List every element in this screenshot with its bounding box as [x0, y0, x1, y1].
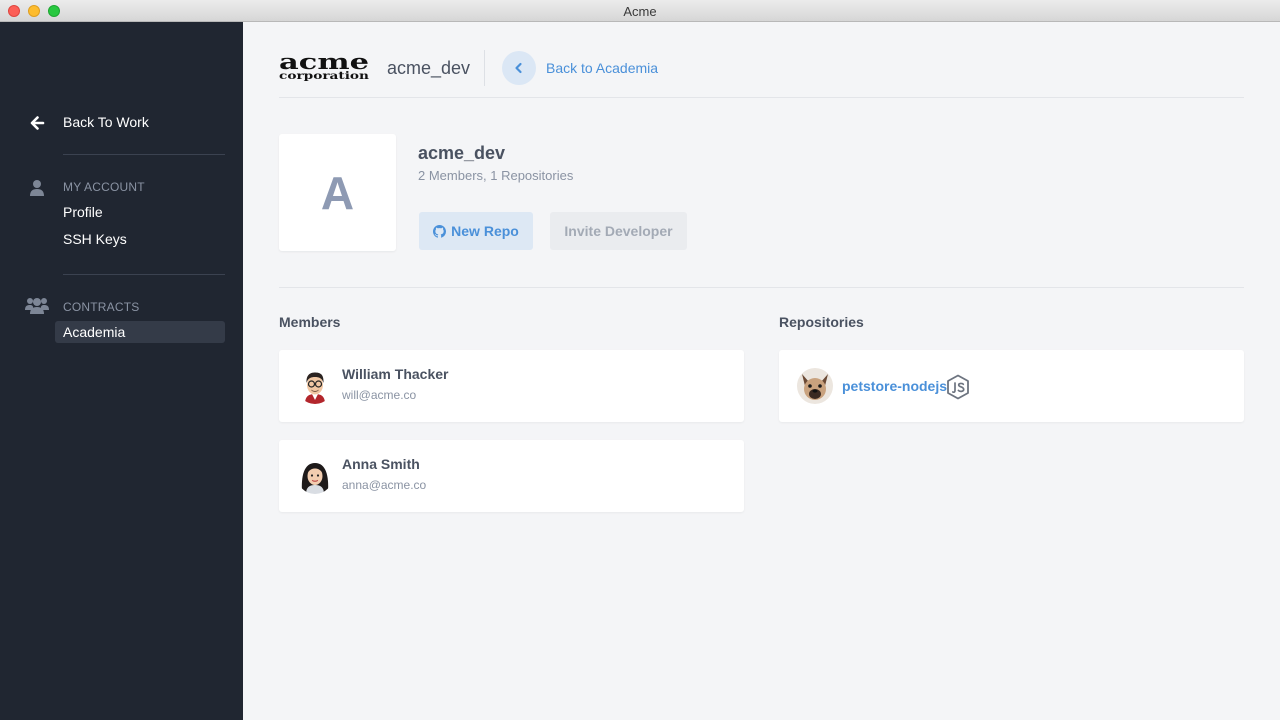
org-title: acme_dev — [418, 143, 506, 163]
back-to-academia-label: Back to Academia — [546, 60, 659, 76]
member-email: will@acme.co — [342, 388, 417, 402]
users-icon — [25, 298, 49, 314]
back-to-work-label: Back To Work — [63, 114, 149, 130]
section-divider-line — [279, 287, 1244, 288]
svg-text:corporation: corporation — [279, 71, 370, 82]
sidebar-item-academia[interactable]: Academia — [55, 321, 225, 343]
main-content: acme corporation acme_dev Back to Academ… — [243, 22, 1280, 720]
repository-name: petstore-nodejs — [842, 378, 948, 394]
sidebar: Back To Work MY ACCOUNT Profile SSH Keys… — [0, 22, 243, 720]
window-titlebar: Acme — [0, 0, 1280, 22]
sidebar-item-ssh-keys[interactable]: SSH Keys — [55, 228, 225, 250]
sidebar-divider — [63, 274, 225, 275]
member-name: Anna Smith — [342, 456, 420, 472]
sidebar-item-profile[interactable]: Profile — [55, 201, 225, 223]
member-email: anna@acme.co — [342, 478, 427, 492]
new-repo-label: New Repo — [451, 223, 519, 239]
back-to-work-link[interactable]: Back To Work — [29, 113, 149, 133]
arrow-left-icon — [30, 116, 45, 130]
chevron-left-icon — [502, 51, 536, 85]
header-org-name: acme_dev — [387, 58, 471, 78]
org-avatar: A — [279, 134, 396, 251]
contracts-section-title: CONTRACTS — [63, 300, 140, 314]
invite-developer-label: Invite Developer — [564, 223, 673, 239]
github-icon — [433, 224, 447, 238]
header-divider — [484, 50, 485, 86]
member-card[interactable]: William Thacker will@acme.co — [279, 350, 744, 422]
member-avatar — [297, 368, 333, 404]
header-divider-line — [279, 97, 1244, 98]
back-to-academia-link[interactable]: Back to Academia — [502, 51, 658, 85]
repository-card[interactable]: petstore-nodejs — [779, 350, 1244, 422]
window-title: Acme — [623, 4, 657, 19]
member-card[interactable]: Anna Smith anna@acme.co — [279, 440, 744, 512]
nodejs-icon — [947, 374, 969, 400]
invite-developer-button[interactable]: Invite Developer — [550, 212, 687, 250]
my-account-section-title: MY ACCOUNT — [63, 180, 145, 194]
member-avatar — [297, 458, 333, 494]
new-repo-button[interactable]: New Repo — [419, 212, 533, 250]
repository-avatar — [797, 368, 833, 404]
members-title: Members — [279, 314, 341, 330]
org-stats: 2 Members, 1 Repositories — [418, 168, 574, 183]
member-name: William Thacker — [342, 366, 449, 382]
repositories-title: Repositories — [779, 314, 864, 330]
sidebar-divider — [63, 154, 225, 155]
acme-corporation-logo: acme corporation — [279, 52, 370, 82]
user-icon — [30, 180, 44, 196]
